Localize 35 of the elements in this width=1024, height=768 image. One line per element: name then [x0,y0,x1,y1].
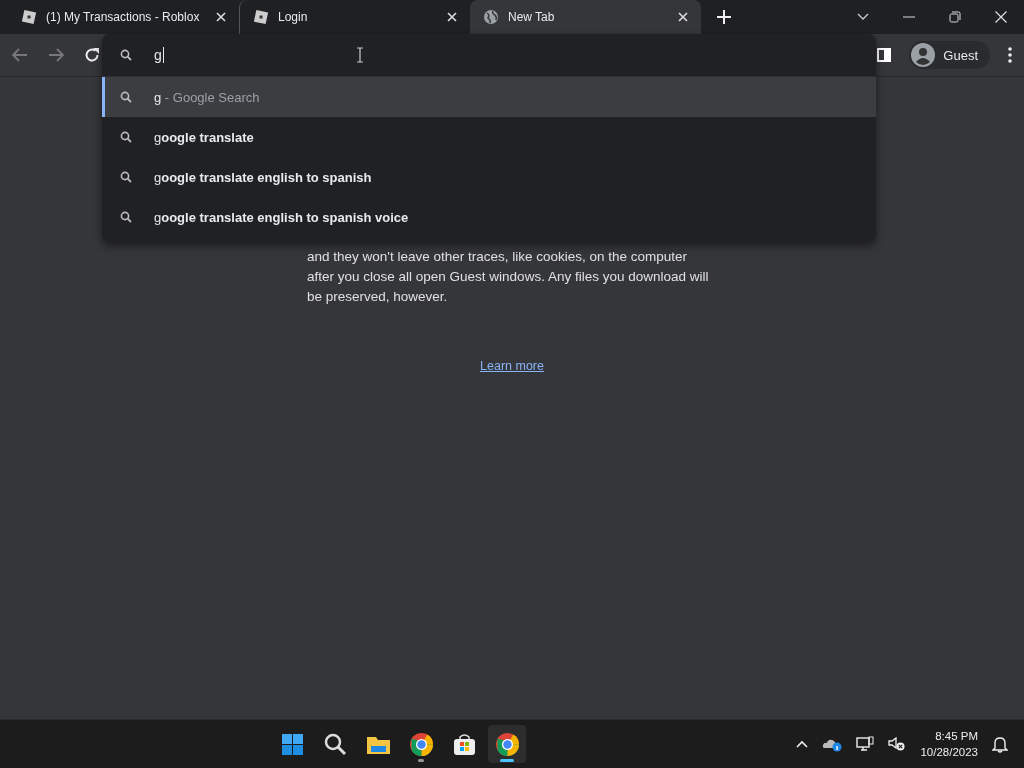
forward-arrow-icon[interactable] [46,46,66,64]
store-bag-icon [451,731,477,757]
back-arrow-icon[interactable] [10,46,30,64]
suggestion-item[interactable]: google translate english to spanish [102,157,876,197]
suggestion-item[interactable]: google translate english to spanish voice [102,197,876,237]
windows-logo-icon [279,731,305,757]
roblox-icon [253,9,269,25]
search-icon [120,131,132,143]
suggestion-item[interactable]: google translate [102,117,876,157]
chrome-icon [494,731,520,757]
search-icon [120,171,132,183]
search-icon [120,49,132,61]
info-paragraph: and they won't leave other traces, like cookies, on the computer after you close all open Guest windows. Any files you download will be preserved, however. [307,248,710,306]
muted-speaker-icon[interactable] [888,736,907,752]
browser-tab[interactable]: New Tab [470,0,701,34]
roblox-icon [21,9,37,25]
browser-tab[interactable]: (1) My Transactions - Roblox [8,0,239,34]
search-icon [120,91,132,103]
taskbar-app[interactable] [488,725,527,763]
search-icon [322,731,348,757]
chrome-icon [408,731,434,757]
text-cursor-icon [355,47,364,63]
avatar-icon [911,43,936,67]
new-tab-icon[interactable] [717,10,731,24]
network-icon[interactable] [856,736,875,752]
clock-button[interactable]: 8:45 PM 10/28/2023 [920,728,978,760]
profile-button[interactable]: Guest [909,41,990,69]
suggestion-item[interactable]: g - Google Search [102,77,876,117]
bell-icon[interactable] [992,735,1008,753]
more-menu-icon[interactable] [1006,45,1014,65]
globe-icon [483,9,499,25]
search-icon [120,211,132,223]
learn-more-link[interactable]: Learn more [480,359,544,373]
chevron-up-icon[interactable] [796,740,809,748]
side-panel-icon[interactable] [875,46,894,64]
